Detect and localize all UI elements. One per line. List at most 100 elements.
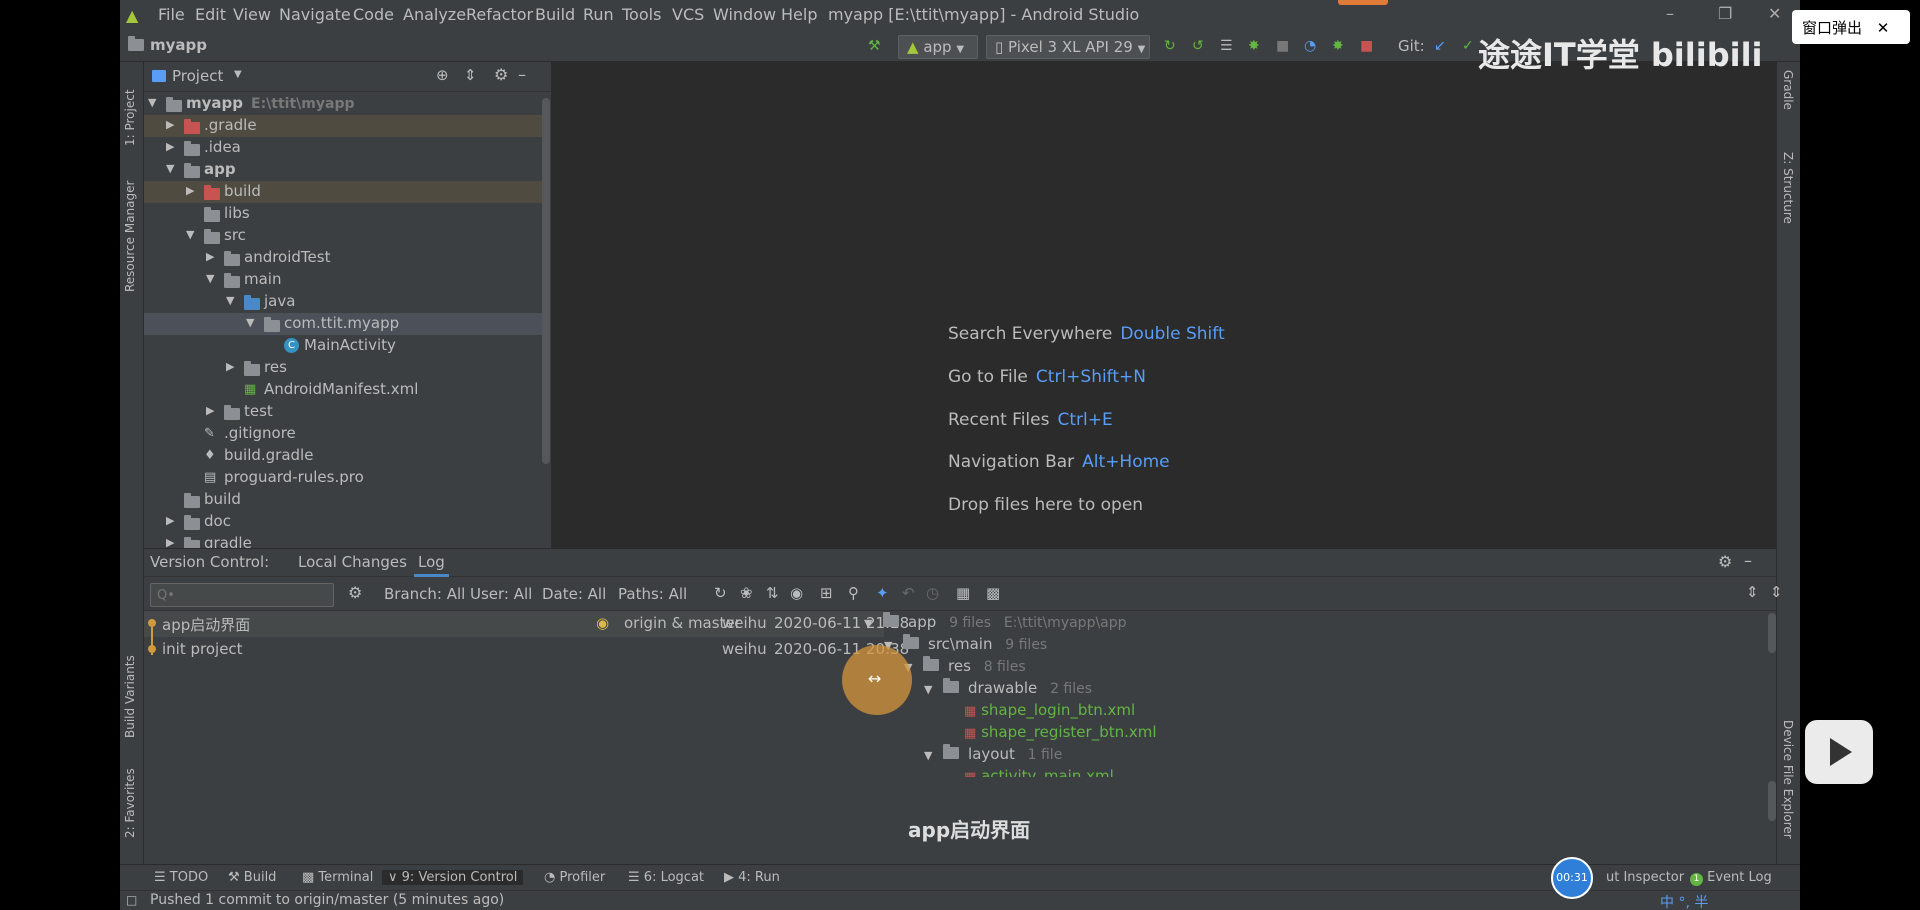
changes-node-layout[interactable]: ▼ layout 1 file [924, 744, 1062, 763]
chevron-right-icon[interactable]: ▶ [226, 360, 234, 373]
changes-node-res[interactable]: ▼ res 8 files [904, 656, 1026, 675]
device-select[interactable]: ▯ Pixel 3 XL API 29 ▼ [986, 35, 1150, 59]
tab-version-control[interactable]: ∨ 9: Version Control [382, 870, 524, 885]
menu-file[interactable]: File [158, 5, 185, 24]
menu-build[interactable]: Build [535, 5, 575, 24]
tree-item-app-build[interactable]: ▶ build [144, 181, 548, 203]
restore-icon[interactable]: ❐ [1718, 4, 1732, 23]
chevron-down-icon[interactable]: ▼ [234, 69, 242, 80]
tree-item-app[interactable]: ▼ app [144, 159, 548, 181]
menu-refactor[interactable]: Refactor [466, 5, 533, 24]
chevron-right-icon[interactable]: ▶ [166, 536, 174, 548]
menu-code[interactable]: Code [353, 5, 394, 24]
chevron-right-icon[interactable]: ▶ [166, 140, 174, 153]
menu-run[interactable]: Run [583, 5, 614, 24]
menu-window[interactable]: Window [713, 5, 776, 24]
breadcrumb-project[interactable]: myapp [150, 36, 207, 54]
revert-icon[interactable]: ↶ [902, 584, 915, 602]
tree-item-main[interactable]: ▼ main [144, 269, 548, 291]
refresh-icon[interactable]: ↻ [714, 584, 727, 602]
tab-run[interactable]: ▶ 4: Run [724, 870, 780, 885]
highlight-icon[interactable]: ✦ [876, 584, 889, 602]
gear-icon[interactable]: ⚙ [494, 65, 508, 84]
sort-icon[interactable]: ⇅ [766, 584, 779, 602]
tree-item-manifest[interactable]: ▦ AndroidManifest.xml [144, 379, 548, 401]
menu-vcs[interactable]: VCS [672, 5, 704, 24]
tab-log[interactable]: Log [414, 553, 449, 577]
search-icon[interactable]: ⚲ [848, 584, 859, 602]
tab-structure[interactable]: Z: Structure [1781, 152, 1795, 224]
hide-icon[interactable]: – [1744, 551, 1752, 570]
menu-view[interactable]: View [233, 5, 271, 24]
make-project-icon[interactable]: ⚒ [868, 38, 881, 54]
filter-date[interactable]: Date: All [542, 585, 606, 603]
eye-icon[interactable]: ◉ [790, 584, 803, 602]
apply-code-changes-icon[interactable]: ↺ [1192, 38, 1204, 54]
changes-scrollbar[interactable] [1768, 613, 1776, 653]
collapse-all-icon[interactable]: ⇕ [464, 66, 477, 84]
changes-file-activity[interactable]: ▦ activity_main.xml [964, 767, 1114, 777]
expand-all-icon[interactable]: ⇕ [1746, 583, 1759, 601]
log-search-input[interactable] [150, 583, 334, 607]
minimize-icon[interactable]: – [1666, 4, 1674, 23]
tree-item-root-build[interactable]: build [144, 489, 548, 511]
attach-icon[interactable]: ■ [1276, 38, 1289, 54]
chevron-down-icon[interactable]: ▼ [206, 272, 214, 285]
attach-debugger-icon[interactable]: ✸ [1332, 38, 1344, 54]
tab-gradle[interactable]: Gradle [1781, 70, 1795, 110]
chevron-down-icon[interactable]: ▼ [186, 228, 194, 241]
tab-profiler[interactable]: ◔ Profiler [544, 870, 605, 885]
tab-build-variants[interactable]: Build Variants [123, 650, 137, 738]
hide-icon[interactable]: – [518, 65, 526, 84]
apply-changes-icon[interactable]: ↻ [1164, 38, 1176, 54]
collapse-all-icon[interactable]: ⇕ [1770, 583, 1783, 601]
menu-tools[interactable]: Tools [622, 5, 661, 24]
chevron-right-icon[interactable]: ▶ [206, 250, 214, 263]
changes-node-app[interactable]: ▼ app 9 files E:\ttit\myapp\app [864, 612, 1127, 631]
changes-node-drawable[interactable]: ▼ drawable 2 files [924, 678, 1092, 697]
chevron-right-icon[interactable]: ▶ [186, 184, 194, 197]
filter-branch[interactable]: Branch: All [384, 585, 465, 603]
tab-build[interactable]: ⚒ Build [228, 870, 276, 885]
tree-item-package[interactable]: ▼ com.ttit.myapp [144, 313, 548, 335]
debug-icon[interactable]: ✸ [1248, 38, 1260, 54]
close-icon[interactable]: ✕ [1768, 4, 1781, 23]
chevron-down-icon[interactable]: ▼ [148, 96, 156, 109]
tab-logcat[interactable]: ☰ 6: Logcat [628, 870, 704, 885]
history-icon[interactable]: ◷ [926, 584, 939, 602]
details-scrollbar[interactable] [1768, 781, 1776, 821]
tab-device-file-explorer[interactable]: Device File Explorer [1781, 720, 1795, 839]
filter-paths[interactable]: Paths: All [618, 585, 687, 603]
tree-item-java[interactable]: ▼ java [144, 291, 548, 313]
stop-icon[interactable]: ■ [1360, 38, 1373, 54]
status-square-icon[interactable]: □ [126, 893, 137, 907]
tree-item-myapp[interactable]: ▼ myapp E:\ttit\myapp [144, 93, 548, 115]
menu-edit[interactable]: Edit [195, 5, 226, 24]
tree-item-gradle[interactable]: ▶ gradle [144, 533, 548, 548]
tree-item-gitignore[interactable]: ✎ .gitignore [144, 423, 548, 445]
gear-icon[interactable]: ⚙ [348, 583, 362, 602]
coverage-icon[interactable]: ☰ [1220, 38, 1233, 54]
play-button[interactable] [1805, 720, 1873, 784]
group-icon[interactable]: ▦ [956, 584, 970, 602]
project-view-select[interactable]: Project [172, 67, 223, 85]
tab-terminal[interactable]: ▩ Terminal [302, 870, 373, 885]
tab-favorites[interactable]: 2: Favorites [123, 764, 137, 838]
profile-icon[interactable]: ◔ [1304, 38, 1316, 54]
cherry-pick-icon[interactable]: ❀ [740, 584, 753, 602]
tree-item-gradle-dir[interactable]: ▶ .gradle [144, 115, 548, 137]
close-icon[interactable]: ✕ [1877, 19, 1890, 37]
locate-icon[interactable]: ⊕ [436, 66, 449, 84]
tab-todo[interactable]: ☰ TODO [154, 870, 208, 885]
chevron-right-icon[interactable]: ▶ [166, 118, 174, 131]
tree-item-proguard[interactable]: ▤ proguard-rules.pro [144, 467, 548, 489]
tab-layout-inspector[interactable]: ut Inspector [1606, 870, 1684, 885]
new-tab-icon[interactable]: ⊞ [820, 584, 833, 602]
git-update-icon[interactable]: ↙ [1434, 38, 1446, 54]
tree-item-libs[interactable]: libs [144, 203, 548, 225]
tree-item-idea[interactable]: ▶ .idea [144, 137, 548, 159]
filter-user[interactable]: User: All [470, 585, 532, 603]
changes-file-login[interactable]: ▦ shape_login_btn.xml [964, 701, 1135, 719]
tab-project[interactable]: 1: Project [123, 72, 137, 146]
tree-item-test[interactable]: ▶ test [144, 401, 548, 423]
